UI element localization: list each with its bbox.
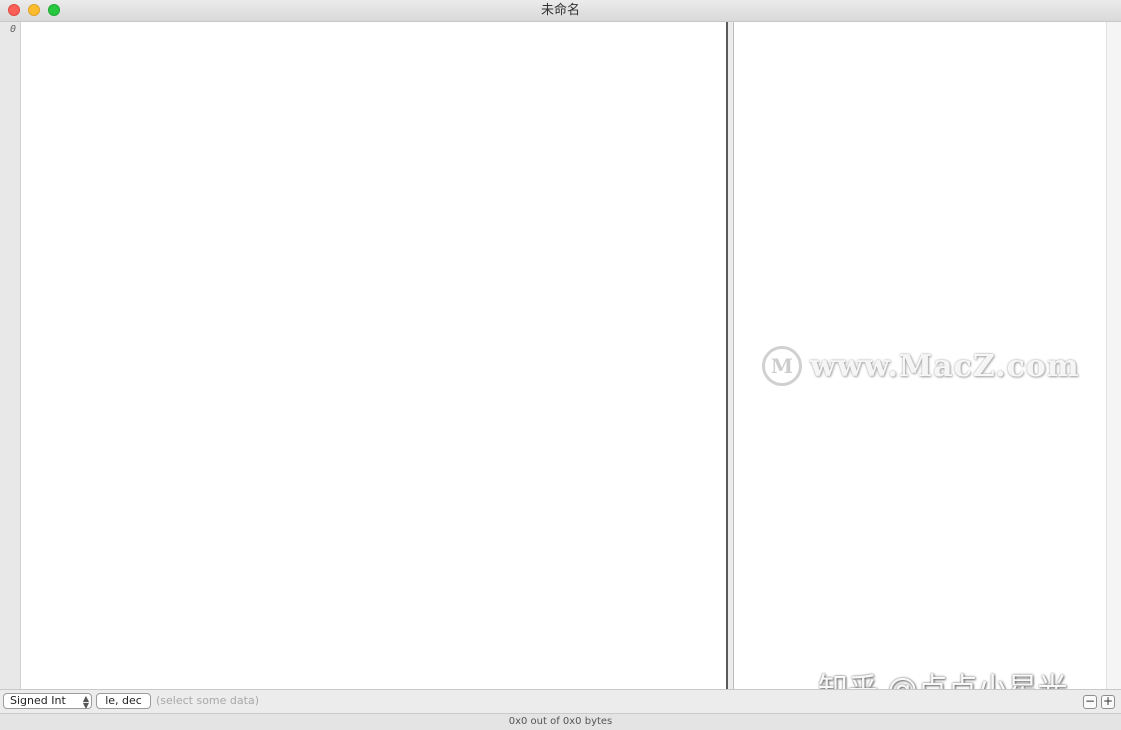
watermark-site-text: www.MacZ.com (810, 348, 1080, 384)
site-watermark: M www.MacZ.com (762, 344, 1080, 388)
byte-count-status: 0x0 out of 0x0 bytes (508, 716, 613, 727)
window-title: 未命名 (540, 3, 580, 18)
byte-order-format-button[interactable]: le, dec (96, 693, 151, 709)
gutter-offset: 0 (9, 24, 16, 35)
hex-view-pane[interactable] (21, 22, 726, 689)
title-bar[interactable]: 未命名 (0, 0, 1121, 22)
data-inspector-toolbar: Signed Int ▲ ▼ le, dec (select some data)… (0, 689, 1121, 713)
remove-inspector-button[interactable]: − (1083, 695, 1097, 709)
data-type-select[interactable]: Signed Int ▲ ▼ (3, 693, 92, 710)
hex-editor-window: 未命名 0 M www.MacZ.com 知乎 @点点小星光 Signed In… (0, 0, 1121, 730)
pane-divider[interactable] (726, 22, 734, 689)
add-inspector-button[interactable]: + (1101, 695, 1115, 709)
select-arrows-icon: ▲ ▼ (82, 694, 89, 710)
line-number-gutter: 0 (0, 22, 21, 689)
inspector-hint: (select some data) (156, 694, 259, 707)
status-bar: 0x0 out of 0x0 bytes (0, 713, 1121, 730)
data-type-value: Signed Int (10, 694, 66, 707)
vertical-scrollbar[interactable] (1106, 22, 1121, 689)
macz-logo-icon: M (762, 346, 802, 386)
